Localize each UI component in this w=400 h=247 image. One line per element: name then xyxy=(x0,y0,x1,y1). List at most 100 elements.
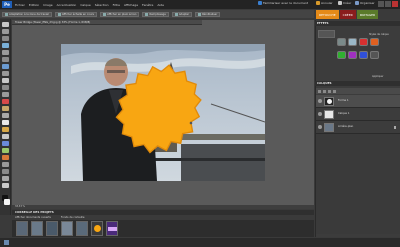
visibility-eye-icon[interactable] xyxy=(318,112,322,116)
menu-help[interactable]: Aide xyxy=(157,3,164,7)
bottom-panel-bar xyxy=(0,238,400,247)
menu-edit[interactable]: Edition xyxy=(29,3,39,7)
maximize-icon[interactable] xyxy=(385,1,391,7)
delete-layer-icon[interactable] xyxy=(333,89,336,93)
pencil-tool-icon[interactable] xyxy=(2,176,9,181)
effect-style-6[interactable] xyxy=(348,51,357,59)
red-eye-tool-icon[interactable] xyxy=(2,99,9,104)
effect-style-5[interactable] xyxy=(337,51,346,59)
adjustment-layer-icon[interactable] xyxy=(323,89,326,93)
marquee-tool-icon[interactable] xyxy=(2,50,9,55)
tab-share[interactable]: PARTAGER xyxy=(356,10,379,19)
bin-thumbnail-3[interactable] xyxy=(46,221,58,236)
reset-button[interactable]: Réinitialiser xyxy=(195,11,221,17)
fit-button[interactable]: Adapter xyxy=(171,11,193,17)
menu-image[interactable]: Image xyxy=(43,3,52,7)
tab-create[interactable]: CRÉER xyxy=(339,10,356,19)
bin-thumbnail-2[interactable] xyxy=(31,221,43,236)
menu-bar: Pe Fichier Edition Image Accentuation Ca… xyxy=(0,0,400,9)
layer-name: Calque 1 xyxy=(338,112,350,115)
layer-row-shape[interactable]: Forme 1 xyxy=(316,95,400,108)
magic-wand-tool-icon[interactable] xyxy=(2,64,9,69)
effects-category-selector[interactable] xyxy=(318,30,335,38)
layer-thumbnail xyxy=(324,110,334,119)
tab-edit[interactable]: RETOUCHE xyxy=(316,10,339,19)
image-canvas[interactable] xyxy=(61,44,265,181)
bin-thumbnail-starburst[interactable] xyxy=(91,221,103,236)
visibility-eye-icon[interactable] xyxy=(318,99,322,103)
healing-brush-tool-icon[interactable] xyxy=(2,106,9,111)
bin-thumbnail-purple[interactable] xyxy=(106,221,118,236)
paint-bucket-tool-icon[interactable] xyxy=(2,141,9,146)
menu-window[interactable]: Fenêtre xyxy=(142,3,153,7)
fit-screen-button[interactable]: Adaptation à la zone de travail xyxy=(2,11,52,17)
move-tool-icon[interactable] xyxy=(2,22,9,27)
bin-thumbnail-1[interactable] xyxy=(16,221,28,236)
brush-tool-icon[interactable] xyxy=(2,127,9,132)
full-screen-label: Afficher en plein écran xyxy=(107,12,137,16)
fullscreen-icon xyxy=(103,12,106,16)
bin-thumbnail-4[interactable] xyxy=(61,221,73,236)
layer-row-layer1[interactable]: Calque 1 xyxy=(316,108,400,121)
photo-editor-window: Pe Fichier Edition Image Accentuation Ca… xyxy=(0,0,400,247)
type-tool-icon[interactable] xyxy=(2,78,9,83)
layer-thumbnail xyxy=(324,123,334,132)
hand-tool-icon[interactable] xyxy=(2,36,9,41)
effect-style-1[interactable] xyxy=(337,38,346,46)
layer-thumbnail xyxy=(324,97,334,106)
reset-label: Réinitialiser xyxy=(202,12,218,16)
fill-button[interactable]: Remplissage xyxy=(142,11,169,17)
undo-link[interactable]: Annuler xyxy=(316,1,333,5)
crop-tool-icon[interactable] xyxy=(2,85,9,90)
content-aware-move-tool-icon[interactable] xyxy=(2,183,9,188)
effect-style-3[interactable] xyxy=(359,38,368,46)
project-bin-tab-icon[interactable] xyxy=(4,240,9,245)
effects-thumbnails xyxy=(337,32,397,72)
effect-style-2[interactable] xyxy=(348,38,357,46)
effect-style-7[interactable] xyxy=(359,51,368,59)
project-bin xyxy=(12,220,314,237)
layer-name: Forme 1 xyxy=(338,99,349,102)
shape-tool-icon[interactable] xyxy=(2,155,9,160)
full-screen-button[interactable]: Afficher en plein écran xyxy=(100,11,140,17)
create-link[interactable]: Créer xyxy=(338,1,351,5)
smart-brush-tool-icon[interactable] xyxy=(2,134,9,139)
gradient-tool-icon[interactable] xyxy=(2,148,9,153)
eraser-tool-icon[interactable] xyxy=(2,120,9,125)
clone-stamp-tool-icon[interactable] xyxy=(2,113,9,118)
sponge-tool-icon[interactable] xyxy=(2,169,9,174)
document-tab[interactable]: Tower Bridge (Tower_ENG_23.jpg @ 33% (Fo… xyxy=(12,20,202,25)
lock-icon xyxy=(394,126,396,129)
minimize-icon[interactable] xyxy=(378,1,384,7)
effect-style-8[interactable] xyxy=(370,51,379,59)
eyedropper-tool-icon[interactable] xyxy=(2,43,9,48)
menu-file[interactable]: Fichier xyxy=(15,3,25,7)
menu-view[interactable]: Affichage xyxy=(124,3,138,7)
blur-tool-icon[interactable] xyxy=(2,162,9,167)
reset-icon xyxy=(198,12,202,16)
organize-label: Organiser xyxy=(360,1,375,5)
menu-filter[interactable]: Filtre xyxy=(113,3,120,7)
familiarize-link[interactable]: Familiariser avec le document xyxy=(258,1,308,5)
selection-brush-tool-icon[interactable] xyxy=(2,71,9,76)
actual-pixels-button[interactable]: Afficher échelle en cours xyxy=(54,11,97,17)
recompose-tool-icon[interactable] xyxy=(2,92,9,97)
layer-row-background[interactable]: Arrière-plan xyxy=(316,121,400,134)
mask-icon[interactable] xyxy=(328,89,331,93)
bin-thumbnail-5[interactable] xyxy=(76,221,88,236)
new-layer-icon[interactable] xyxy=(318,89,321,93)
background-color-swatch[interactable] xyxy=(4,199,10,205)
scale-icon xyxy=(57,12,61,16)
menu-select[interactable]: Sélection xyxy=(95,3,109,7)
effect-style-4[interactable] xyxy=(370,38,379,46)
lasso-tool-icon[interactable] xyxy=(2,57,9,62)
menu-layer[interactable]: Calque xyxy=(80,3,90,7)
zoom-tool-icon[interactable] xyxy=(2,29,9,34)
fit-window-icon xyxy=(174,12,178,16)
menu-enhance[interactable]: Accentuation xyxy=(57,3,77,7)
create-label: Créer xyxy=(343,1,352,5)
apply-effect-button[interactable]: Appliquer xyxy=(372,75,384,78)
visibility-eye-icon[interactable] xyxy=(318,125,322,129)
close-icon[interactable] xyxy=(392,1,398,7)
organize-link[interactable]: Organiser xyxy=(355,1,375,5)
